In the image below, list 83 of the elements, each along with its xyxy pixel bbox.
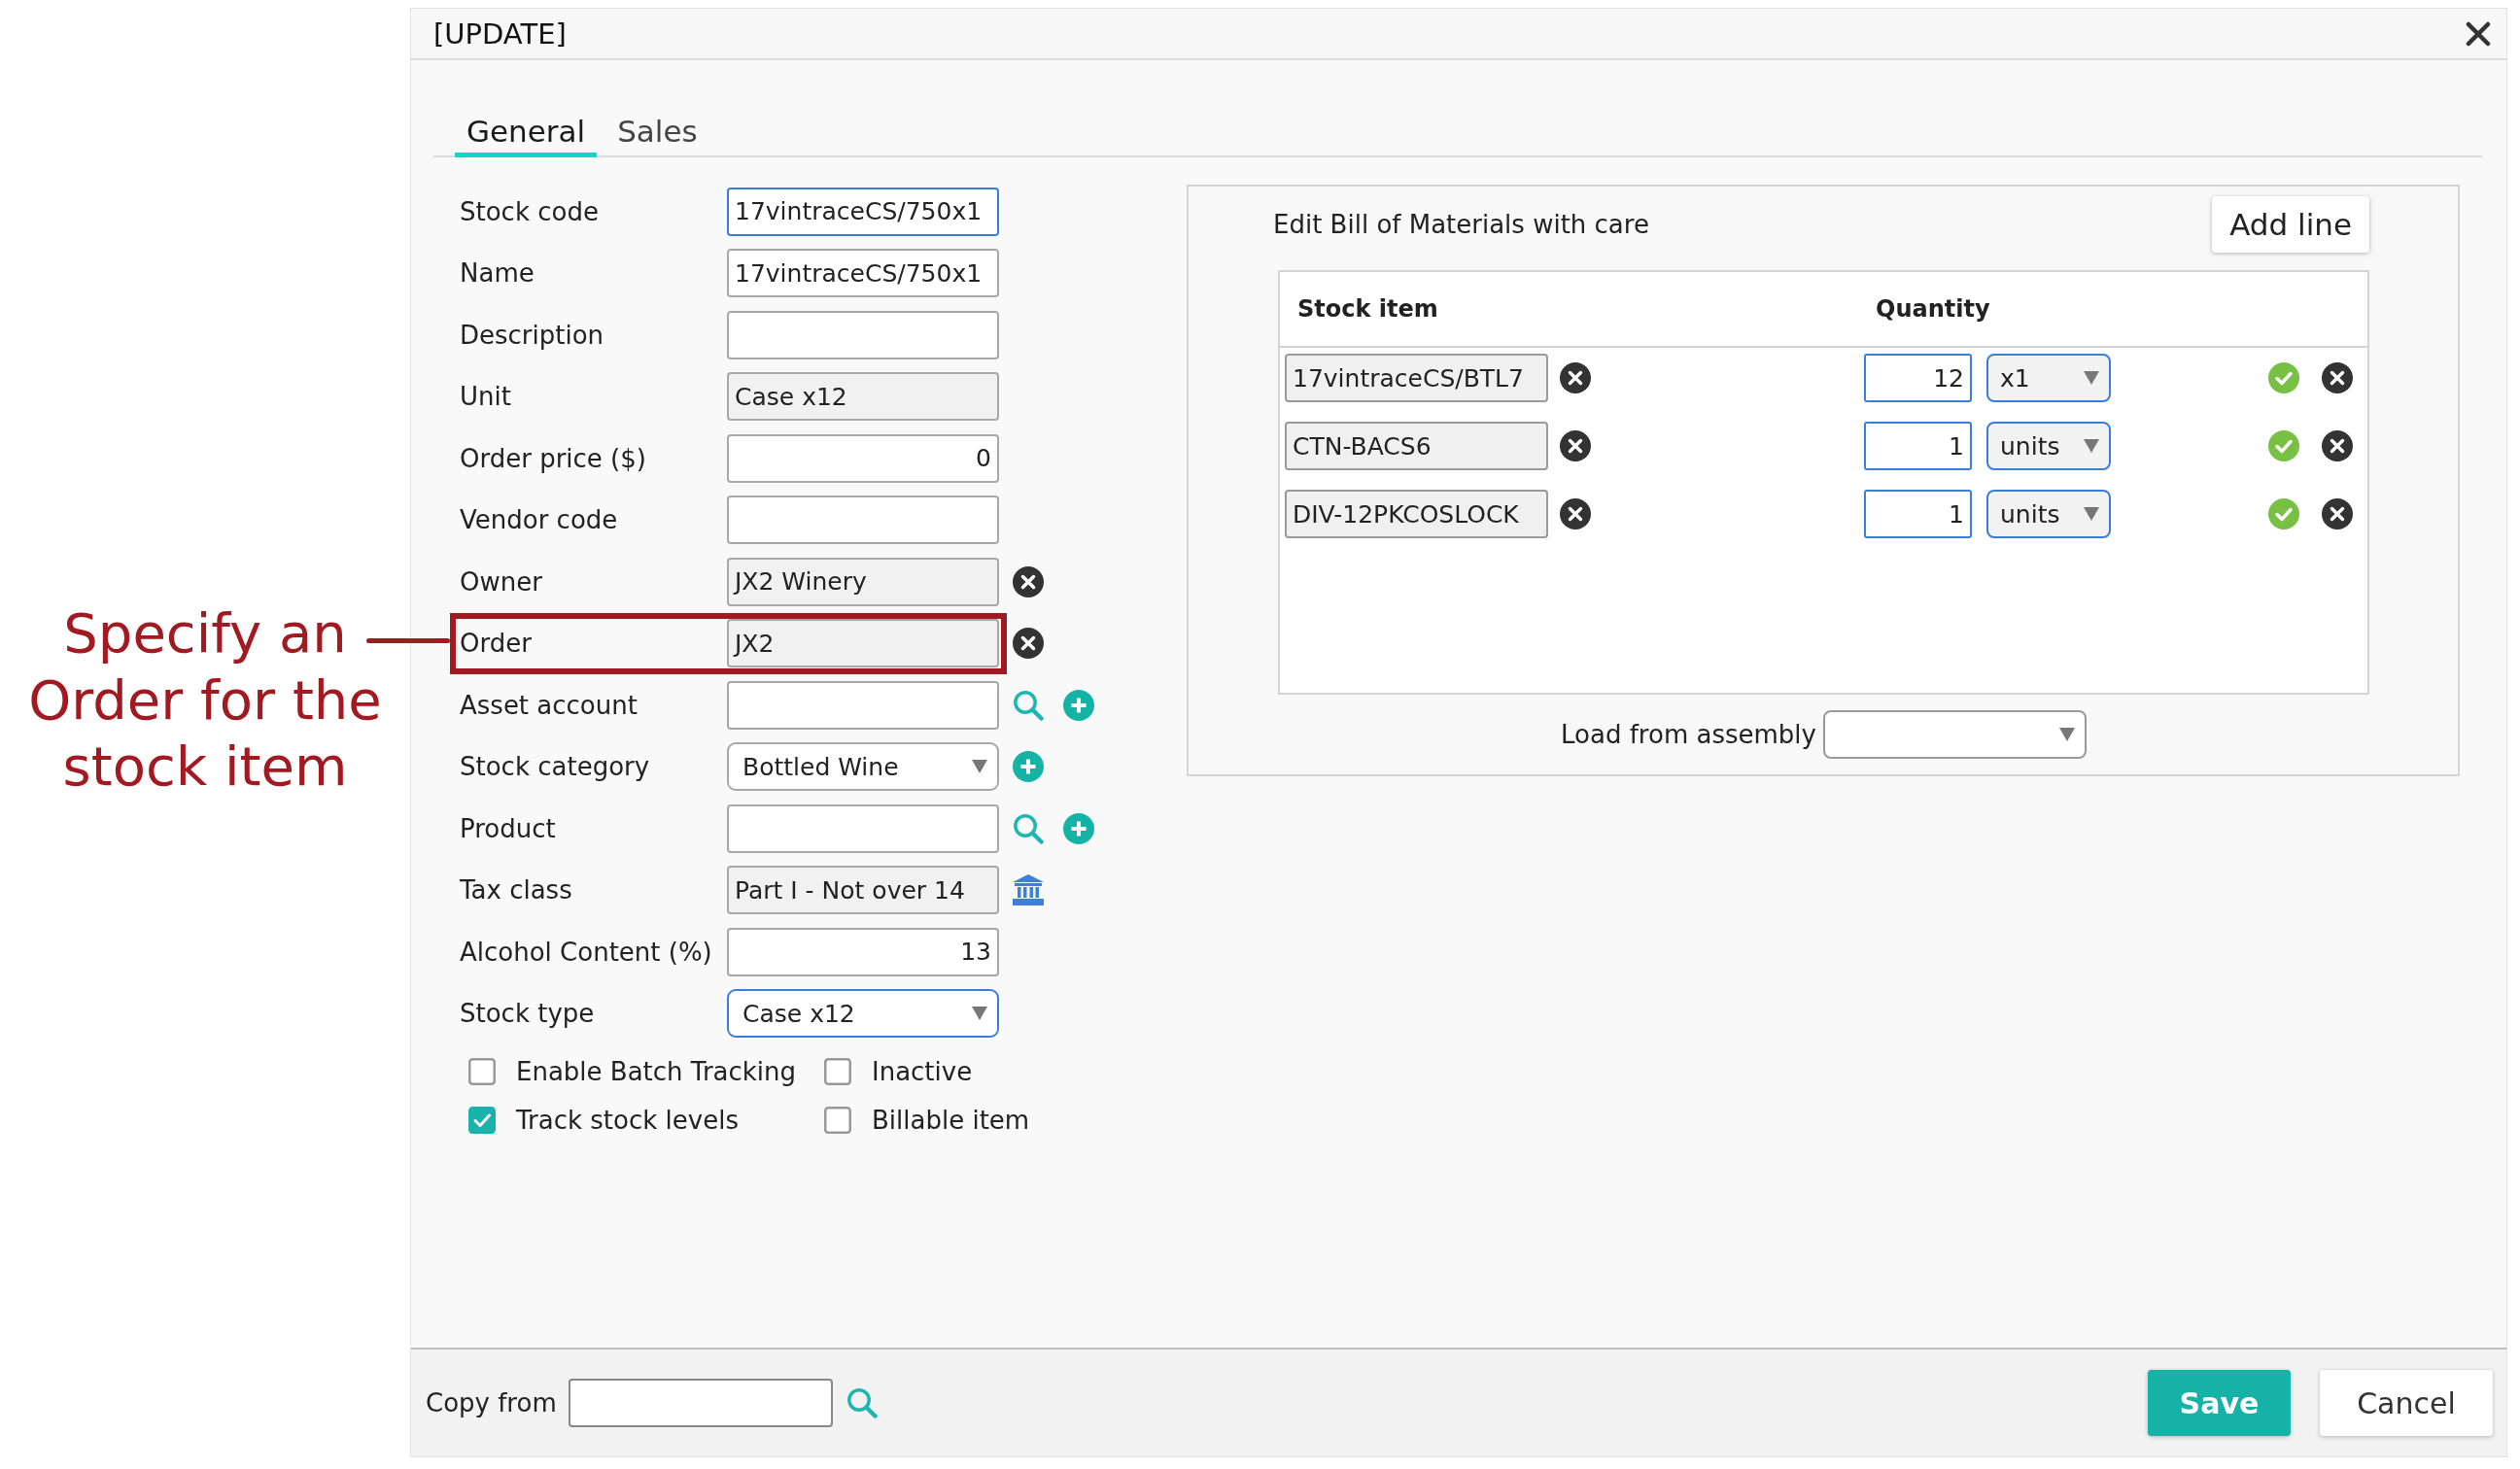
copy-from-field[interactable] (568, 1379, 833, 1427)
field-label: Stock category (460, 752, 651, 782)
field-label: Product (460, 813, 557, 843)
clear-icon[interactable] (1560, 498, 1591, 530)
checkbox[interactable] (824, 1107, 851, 1134)
dialog-title: [UPDATE] (433, 17, 567, 51)
column-header: Quantity (1876, 295, 1990, 323)
check-icon[interactable] (2268, 498, 2299, 530)
caret-icon (972, 1007, 987, 1021)
field-label: Vendor code (460, 505, 619, 535)
stock-item-field[interactable]: 17vintraceCS/BTL7 (1285, 354, 1548, 402)
field-label: Order price ($) (460, 443, 647, 473)
caret-icon (2084, 439, 2099, 453)
field-label: Description (460, 320, 605, 350)
field-label: Unit (460, 382, 512, 412)
tab[interactable]: General (455, 109, 598, 157)
search-icon[interactable] (1013, 812, 1044, 844)
copy-from-label: Copy from (426, 1388, 557, 1418)
close-icon[interactable] (2466, 20, 2491, 47)
input-field[interactable]: JX2 (727, 619, 999, 668)
input-field[interactable] (727, 803, 999, 853)
input-field[interactable] (727, 680, 999, 730)
caret-icon (2084, 507, 2099, 521)
clear-icon[interactable] (1560, 362, 1591, 393)
number-field[interactable]: 0 (727, 433, 999, 483)
checkbox[interactable] (824, 1058, 851, 1085)
caret-icon (2084, 371, 2099, 385)
unit-dropdown[interactable]: units (1986, 490, 2111, 538)
checkbox-label: Inactive (872, 1057, 973, 1086)
panel-title: Edit Bill of Materials with care (1273, 210, 1649, 239)
checkbox-label: Track stock levels (516, 1106, 739, 1135)
checkbox[interactable] (468, 1107, 496, 1134)
field-label: Stock type (460, 999, 596, 1029)
input-field[interactable] (727, 310, 999, 359)
clear-icon[interactable] (2322, 498, 2353, 530)
stock-item-field[interactable]: DIV-12PKCOSLOCK (1285, 490, 1548, 538)
bank-icon[interactable] (1013, 874, 1044, 906)
quantity-field[interactable]: 1 (1864, 422, 1972, 470)
checkbox[interactable] (468, 1058, 496, 1085)
field-label: Alcohol Content (%) (460, 937, 713, 967)
add-line-button[interactable]: Add line (2212, 196, 2369, 253)
caret-icon (972, 760, 987, 774)
clear-icon[interactable] (1013, 565, 1044, 598)
field-label: Name (460, 258, 535, 289)
quantity-field[interactable]: 12 (1864, 354, 1972, 402)
add-icon[interactable] (1013, 751, 1044, 783)
number-field[interactable]: 13 (727, 927, 999, 976)
search-icon[interactable] (846, 1387, 878, 1418)
check-icon[interactable] (2268, 362, 2299, 393)
field-label: Stock code (460, 196, 600, 226)
input-field[interactable]: 17vintraceCS/750x1 (727, 187, 999, 236)
callout-text: Specify an Order for the stock item (28, 600, 382, 800)
input-field[interactable]: Part I - Not over 14 (727, 866, 999, 915)
clear-icon[interactable] (1013, 628, 1044, 660)
checkbox-label: Enable Batch Tracking (516, 1057, 797, 1086)
clear-icon[interactable] (1560, 430, 1591, 461)
assembly-dropdown[interactable] (1822, 710, 2087, 759)
input-field[interactable]: Case x12 (727, 372, 999, 422)
quantity-field[interactable]: 1 (1864, 490, 1972, 538)
search-icon[interactable] (1013, 689, 1044, 721)
unit-dropdown[interactable]: x1 (1986, 354, 2111, 402)
field-label: Order (460, 629, 533, 659)
clear-icon[interactable] (2322, 430, 2353, 461)
tab[interactable]: Sales (605, 109, 709, 157)
field-label: Owner (460, 566, 543, 597)
input-field[interactable]: 17vintraceCS/750x1 (727, 249, 999, 298)
check-icon[interactable] (2268, 430, 2299, 461)
secondary-button[interactable]: Cancel (2320, 1370, 2493, 1436)
add-icon[interactable] (1063, 689, 1094, 721)
load-label: Load from assembly (1561, 720, 1816, 749)
stock-item-field[interactable]: CTN-BACS6 (1285, 422, 1548, 470)
add-icon[interactable] (1063, 812, 1094, 844)
input-field[interactable]: JX2 Winery (727, 557, 999, 606)
caret-icon (2058, 728, 2075, 741)
dropdown[interactable]: Bottled Wine (727, 742, 999, 792)
dropdown[interactable]: Case x12 (727, 989, 999, 1039)
field-label: Tax class (460, 875, 573, 905)
field-label: Asset account (460, 690, 639, 720)
clear-icon[interactable] (2322, 362, 2353, 393)
column-header: Stock item (1297, 295, 1438, 323)
unit-dropdown[interactable]: units (1986, 422, 2111, 470)
checkbox-label: Billable item (872, 1106, 1030, 1135)
input-field[interactable] (727, 495, 999, 545)
